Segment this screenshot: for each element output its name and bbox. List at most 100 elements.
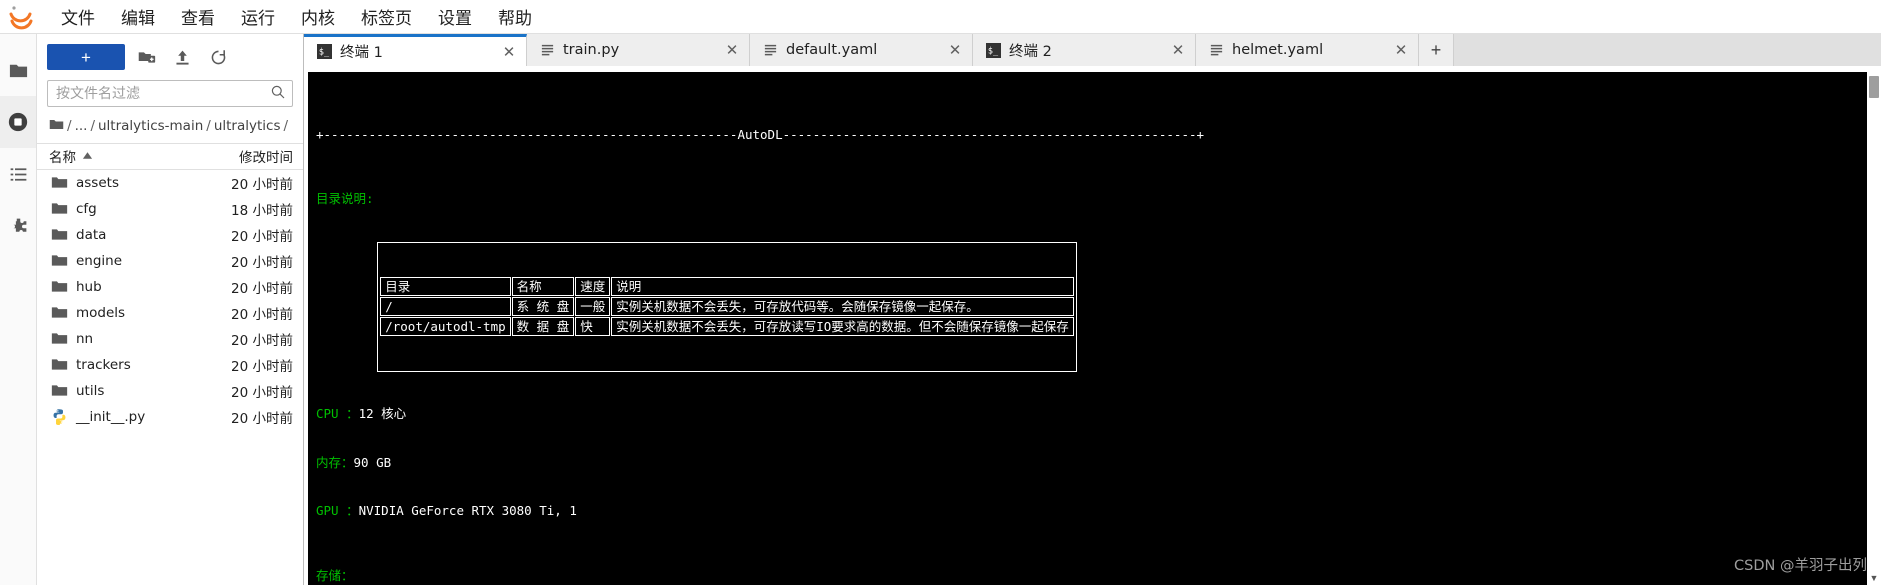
menu-item-file[interactable]: 文件 xyxy=(48,1,108,32)
breadcrumb-item-ultralytics-main[interactable]: ultralytics-main xyxy=(98,117,203,137)
folder-icon xyxy=(51,382,68,399)
sidebar-item-file-browser[interactable] xyxy=(0,44,36,96)
sidebar-item-table-of-contents[interactable] xyxy=(0,148,36,200)
menu-item-view[interactable]: 查看 xyxy=(168,1,228,32)
scroll-down-arrow[interactable]: ▼ xyxy=(1867,571,1881,585)
file-item-modified: 20 小时前 xyxy=(231,280,293,297)
tab-bar-filler xyxy=(1454,34,1881,66)
file-browser-toolbar: + xyxy=(37,34,303,76)
breadcrumb-ellipsis[interactable]: ... xyxy=(75,117,88,137)
menu-item-tabs[interactable]: 标签页 xyxy=(348,1,425,32)
file-item-modified: 20 小时前 xyxy=(231,176,293,193)
tab-item[interactable]: $_ 终端 2 ✕ xyxy=(973,34,1196,66)
directory-table-cell-desc: 实例关机数据不会丢失，可存放读写IO要求高的数据。但不会随保存镜像一起保存 xyxy=(611,317,1074,337)
refresh-icon[interactable] xyxy=(203,44,233,70)
file-item-label: assets xyxy=(76,174,119,191)
directory-table-cell-speed: 一般 xyxy=(575,297,611,317)
search-input[interactable] xyxy=(54,84,270,103)
file-list: assets 20 小时前 cfg 18 小时前 data 20 小时前 engine 20 … xyxy=(37,170,303,585)
file-list-item[interactable]: hub 20 小时前 xyxy=(37,274,303,300)
file-item-label: models xyxy=(76,304,126,321)
file-item-name-cell: trackers xyxy=(37,356,198,373)
scrollbar-thumb[interactable] xyxy=(1869,76,1879,98)
file-item-modified: 20 小时前 xyxy=(231,410,293,427)
file-item-label: hub xyxy=(76,278,102,295)
menu-items: 文件 编辑 查看 运行 内核 标签页 设置 帮助 xyxy=(48,1,545,32)
file-item-name-cell: models xyxy=(37,304,198,321)
file-item-name-cell: data xyxy=(37,226,198,243)
search-icon xyxy=(270,84,286,103)
sysinfo-gpu: GPU ：NVIDIA GeForce RTX 3080 Ti, 1 xyxy=(316,503,1863,519)
file-list-item[interactable]: models 20 小时前 xyxy=(37,300,303,326)
text-file-icon xyxy=(1208,42,1224,58)
directory-table-header-cell: 说明 xyxy=(611,277,1074,297)
file-item-modified: 20 小时前 xyxy=(231,384,293,401)
breadcrumb-sep-3: / xyxy=(283,118,289,134)
tab-item[interactable]: train.py ✕ xyxy=(527,34,750,66)
banner-right: ----------------------------------------… xyxy=(782,126,1205,142)
file-list-item[interactable]: __init__.py 20 小时前 xyxy=(37,404,303,430)
add-tab-button[interactable]: + xyxy=(1419,34,1454,66)
file-list-item[interactable]: trackers 20 小时前 xyxy=(37,352,303,378)
breadcrumb-item-ultralytics[interactable]: ultralytics xyxy=(214,117,281,137)
file-item-modified: 20 小时前 xyxy=(231,306,293,323)
folder-icon xyxy=(51,174,68,191)
file-list-item[interactable]: data 20 小时前 xyxy=(37,222,303,248)
file-list-item[interactable]: cfg 18 小时前 xyxy=(37,196,303,222)
menu-item-run[interactable]: 运行 xyxy=(228,1,288,32)
tab-label: helmet.yaml xyxy=(1232,42,1324,58)
sidebar-item-running-terminals[interactable] xyxy=(0,96,36,148)
file-item-modified: 20 小时前 xyxy=(231,332,293,349)
terminal-scrollbar[interactable]: ▲ ▼ xyxy=(1867,72,1881,585)
file-list-item[interactable]: assets 20 小时前 xyxy=(37,170,303,196)
column-header-name[interactable]: 名称 xyxy=(37,146,198,166)
menu-item-help[interactable]: 帮助 xyxy=(485,1,545,32)
terminal-section-title: 目录说明: xyxy=(316,191,374,207)
folder-icon xyxy=(51,226,68,243)
file-item-label: __init__.py xyxy=(76,408,146,425)
file-item-name-cell: utils xyxy=(37,382,198,399)
tab-label: 终端 2 xyxy=(1009,43,1052,60)
menu-item-edit[interactable]: 编辑 xyxy=(108,1,168,32)
sysinfo-gpu-value: NVIDIA GeForce RTX 3080 Ti, 1 xyxy=(358,503,577,519)
new-launcher-button[interactable]: + xyxy=(47,44,125,70)
close-icon[interactable]: ✕ xyxy=(723,41,741,59)
tab-item[interactable]: $_ 终端 1 ✕ xyxy=(304,34,527,66)
file-item-label: engine xyxy=(76,252,123,269)
directory-table-cell-speed: 快 xyxy=(575,317,611,337)
directory-table-header-cell: 速度 xyxy=(575,277,611,297)
breadcrumb-home-icon[interactable] xyxy=(49,117,64,137)
directory-table-header-cell: 目录 xyxy=(380,277,511,297)
sidebar-item-extension-manager[interactable] xyxy=(0,200,36,252)
activity-bar xyxy=(0,34,37,585)
file-item-label: trackers xyxy=(76,356,131,373)
file-item-name-cell: engine xyxy=(37,252,198,269)
file-item-label: data xyxy=(76,226,107,243)
menu-item-kernel[interactable]: 内核 xyxy=(288,1,348,32)
file-list-item[interactable]: engine 20 小时前 xyxy=(37,248,303,274)
sysinfo-memory-value: 90 GB xyxy=(353,454,392,470)
sysinfo-memory-label: 内存： xyxy=(316,454,354,470)
upload-icon[interactable] xyxy=(167,44,197,70)
file-list-header: 名称 修改时间 xyxy=(37,142,303,170)
jupyter-logo-icon xyxy=(6,2,36,32)
close-icon[interactable]: ✕ xyxy=(500,43,518,61)
file-list-item[interactable]: nn 20 小时前 xyxy=(37,326,303,352)
terminal-output[interactable]: +---------------------------------------… xyxy=(308,72,1867,585)
directory-table: 目录 名称 速度 说明 / 系 统 盘一般 实例关机数据不会丢失，可存放代码等。会随保存镜像… xyxy=(377,242,1077,372)
file-list-item[interactable]: utils 20 小时前 xyxy=(37,378,303,404)
new-folder-icon[interactable] xyxy=(131,44,161,70)
column-header-modified[interactable]: 修改时间 xyxy=(198,146,303,166)
file-filter-box[interactable] xyxy=(47,80,293,107)
tab-item[interactable]: default.yaml ✕ xyxy=(750,34,973,66)
file-item-name-cell: hub xyxy=(37,278,198,295)
file-item-modified: 18 小时前 xyxy=(231,202,293,219)
menu-item-settings[interactable]: 设置 xyxy=(425,1,485,32)
banner-left: +---------------------------------------… xyxy=(316,126,738,142)
folder-icon xyxy=(51,304,68,321)
tab-item[interactable]: helmet.yaml ✕ xyxy=(1196,34,1419,66)
close-icon[interactable]: ✕ xyxy=(1169,41,1187,59)
close-icon[interactable]: ✕ xyxy=(1392,41,1410,59)
python-icon xyxy=(51,408,68,426)
close-icon[interactable]: ✕ xyxy=(946,41,964,59)
